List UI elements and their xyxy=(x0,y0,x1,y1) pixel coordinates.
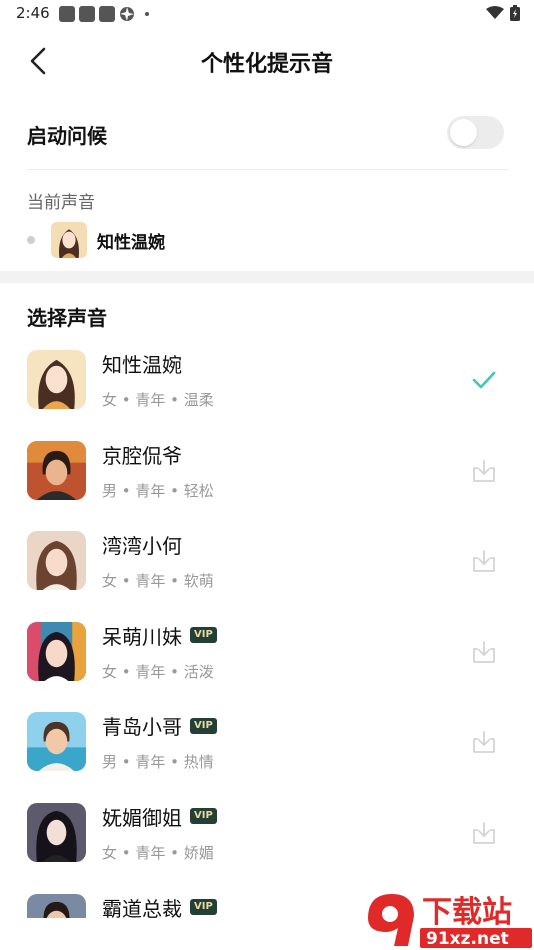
greeting-row: 启动问候 xyxy=(27,108,507,158)
more-notifications-icon xyxy=(145,12,149,16)
voice-avatar xyxy=(27,712,86,772)
voice-item[interactable]: 青岛小哥 VIP 男 • 青年 • 热情 xyxy=(0,709,534,800)
voice-item[interactable]: 呆萌川妹 VIP 女 • 青年 • 活泼 xyxy=(0,619,534,710)
title-bar: 个性化提示音 xyxy=(0,35,534,89)
select-voice-title: 选择声音 xyxy=(27,306,107,330)
voice-avatar xyxy=(27,621,86,681)
voice-name: 霸道总裁 xyxy=(102,896,182,918)
notification-icon xyxy=(59,6,75,22)
current-voice-row: 知性温婉 xyxy=(27,221,165,259)
greeting-toggle[interactable] xyxy=(447,116,504,149)
voice-item[interactable]: 湾湾小何 女 • 青年 • 软萌 xyxy=(0,528,534,619)
voice-name: 青岛小哥 xyxy=(102,715,182,740)
voice-avatar xyxy=(27,531,86,591)
vip-badge: VIP xyxy=(190,627,217,644)
voice-tags: 男 • 青年 • 轻松 xyxy=(102,481,214,500)
download-icon[interactable] xyxy=(470,728,498,756)
voice-item[interactable]: 京腔侃爷 男 • 青年 • 轻松 xyxy=(0,438,534,529)
voice-name: 京腔侃爷 xyxy=(102,443,182,468)
divider xyxy=(27,169,508,170)
voice-avatar xyxy=(27,802,86,862)
download-icon[interactable] xyxy=(470,457,498,485)
notification-icon xyxy=(99,6,115,22)
current-voice-name: 知性温婉 xyxy=(97,232,165,253)
bullet-dot xyxy=(27,236,35,244)
voice-item[interactable]: 知性温婉 女 • 青年 • 温柔 xyxy=(0,347,534,438)
voice-tags: 女 • 青年 • 温柔 xyxy=(102,391,214,409)
voice-tags: 女 • 青年 • 软萌 xyxy=(102,572,214,591)
toggle-knob xyxy=(450,119,477,146)
status-bar: 2:46 xyxy=(0,0,534,28)
site-watermark-logo: 下载站 91xz.net xyxy=(362,888,534,950)
current-voice-label: 当前声音 xyxy=(27,193,95,213)
voice-name: 妩媚御姐 xyxy=(102,805,182,830)
selected-check-icon xyxy=(470,366,498,394)
voice-avatar xyxy=(27,893,86,918)
download-icon[interactable] xyxy=(470,819,498,847)
voice-avatar xyxy=(27,440,86,500)
voice-tags: 男 • 青年 • 热情 xyxy=(102,753,214,772)
aperture-icon xyxy=(120,7,134,21)
voice-tags: 女 • 青年 • 娇媚 xyxy=(102,843,214,862)
section-separator xyxy=(0,271,534,283)
voice-avatar xyxy=(27,350,86,409)
download-icon[interactable] xyxy=(470,638,498,666)
page-title: 个性化提示音 xyxy=(200,52,333,77)
vip-badge: VIP xyxy=(190,717,217,734)
voice-item[interactable]: 妩媚御姐 VIP 女 • 青年 • 娇媚 xyxy=(0,800,534,891)
watermark-text-bottom: 91xz.net xyxy=(426,929,509,949)
watermark-text-top: 下载站 xyxy=(422,895,512,930)
vip-badge: VIP xyxy=(190,899,217,916)
voice-name: 湾湾小何 xyxy=(102,534,182,559)
system-icons xyxy=(486,5,520,21)
voice-name: 知性温婉 xyxy=(102,353,182,377)
voice-list: 知性温婉 女 • 青年 • 温柔 京腔侃爷 男 • 青年 • 轻松 湾湾小何 女… xyxy=(0,347,534,918)
status-time: 2:46 xyxy=(16,4,50,22)
wifi-icon xyxy=(486,6,504,19)
current-voice-avatar xyxy=(51,222,87,258)
voice-name: 呆萌川妹 xyxy=(102,624,182,649)
notification-icons xyxy=(59,6,149,22)
vip-badge: VIP xyxy=(190,808,217,825)
voice-tags: 女 • 青年 • 活泼 xyxy=(102,662,214,681)
notification-icon xyxy=(79,6,95,22)
download-icon[interactable] xyxy=(470,547,498,575)
battery-icon xyxy=(510,5,520,21)
greeting-label: 启动问候 xyxy=(27,124,107,148)
